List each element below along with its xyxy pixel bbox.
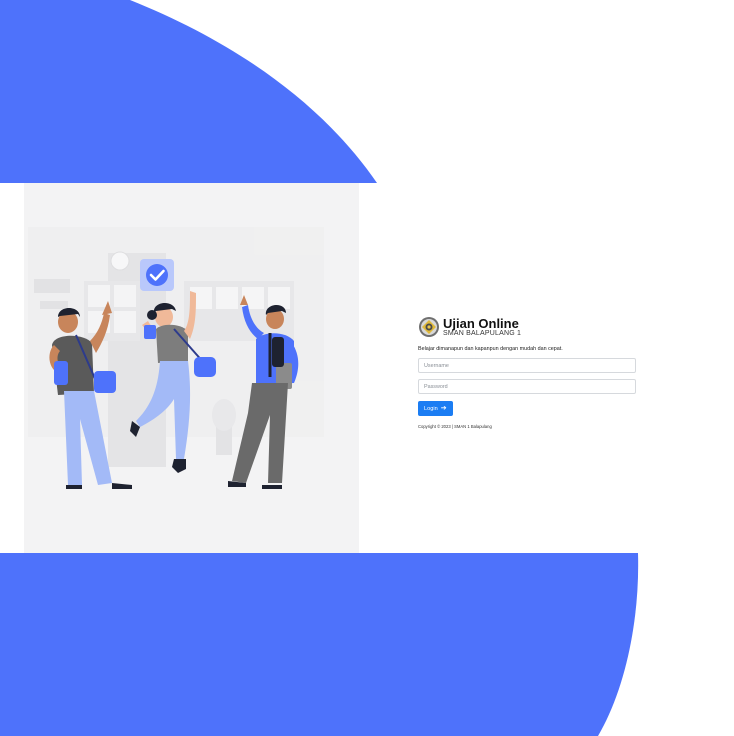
copyright-text: Copyright © 2023 | SMAN 1 Balapulang: [418, 424, 492, 429]
tagline: Belajar dimanapun dan kapanpun dengan mu…: [418, 346, 563, 352]
school-emblem-icon: [419, 317, 439, 337]
arrow-right-icon: ➔: [440, 405, 447, 412]
students-illustration: [28, 227, 324, 489]
brand-text: Ujian Online SMAN BALAPULANG 1: [443, 317, 521, 338]
login-panel: Ujian Online SMAN BALAPULANG 1 Belajar d…: [418, 316, 636, 429]
page-canvas: Ujian Online SMAN BALAPULANG 1 Belajar d…: [0, 0, 734, 736]
login-button[interactable]: Login ➔: [418, 401, 453, 416]
top-blue-arc: [0, 0, 377, 183]
school-name: SMAN BALAPULANG 1: [443, 329, 522, 337]
username-input[interactable]: [418, 358, 636, 373]
password-input[interactable]: [418, 379, 636, 394]
bottom-blue-arc: [0, 553, 639, 736]
checkmark-badge: [140, 259, 174, 291]
brand-header: Ujian Online SMAN BALAPULANG 1: [418, 316, 636, 338]
login-screen: Ujian Online SMAN BALAPULANG 1 Belajar d…: [24, 183, 638, 553]
illustration-panel: [24, 183, 359, 553]
login-button-label: Login: [424, 405, 438, 412]
app-title: Ujian Online: [443, 315, 519, 331]
